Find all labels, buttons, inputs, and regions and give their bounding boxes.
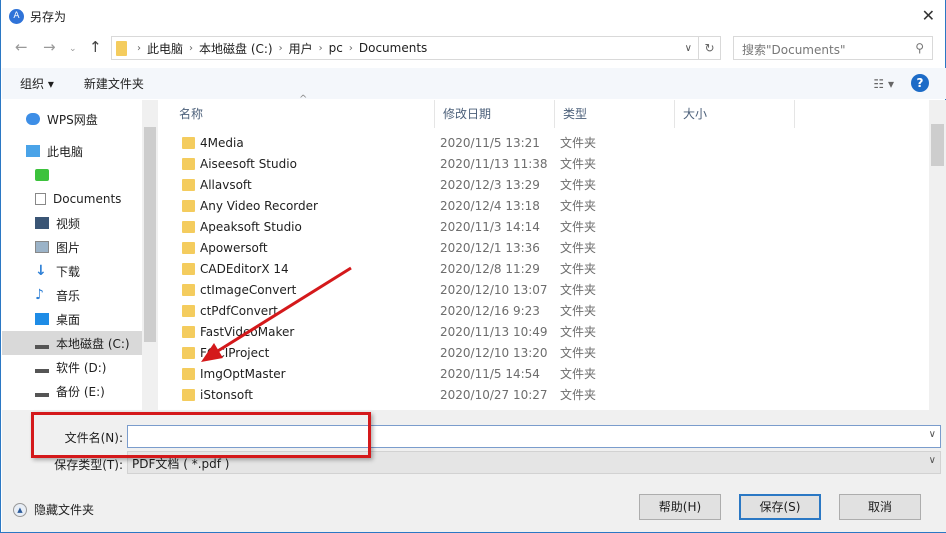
save-as-dialog: A 另存为 ✕ ← → ⌄ ↑ › 此电脑 › 本地磁盘 (C:) › 用户 › pc … (0, 0, 946, 533)
annotation-arrow (201, 266, 352, 362)
